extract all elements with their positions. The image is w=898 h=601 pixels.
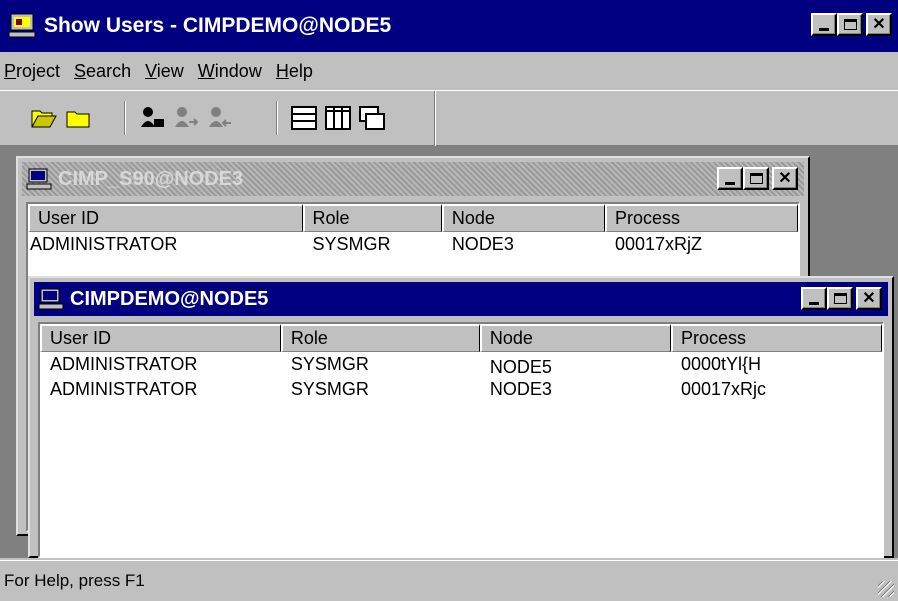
status-bar: For Help, press F1	[0, 560, 898, 601]
list-header: User ID Role Node Process	[40, 324, 882, 352]
cell-process: 00017xRjZ	[614, 234, 703, 254]
child-title-node3: CIMP_S90@NODE3	[58, 167, 244, 190]
window-title: Show Users - CIMPDEMO@NODE5	[44, 14, 392, 37]
table-row[interactable]: ADMINISTRATOR SYSMGR NODE3 00017xRjc	[40, 379, 882, 403]
tile-horizontal-icon[interactable]	[358, 105, 386, 131]
app-icon	[8, 13, 36, 38]
column-header-node[interactable]: Node	[479, 324, 671, 352]
child-title-node5: CIMPDEMO@NODE5	[70, 287, 269, 310]
column-header-role[interactable]: Role	[302, 204, 442, 232]
maximize-icon	[843, 19, 857, 30]
mdi-client: CIMP_S90@NODE3 ✕ User ID Role Node Proce…	[0, 146, 898, 558]
tile-vertical-icon[interactable]	[324, 105, 352, 131]
user-prev-icon[interactable]	[206, 105, 234, 131]
cell-role: SYSMGR	[312, 234, 391, 254]
child-close-button[interactable]: ✕	[856, 287, 882, 310]
child-minimize-button[interactable]	[801, 287, 827, 310]
close-button[interactable]: ✕	[866, 13, 892, 36]
minimize-icon	[725, 182, 735, 185]
maximize-icon	[749, 173, 763, 184]
close-icon: ✕	[862, 289, 876, 307]
table-row[interactable]: ADMINISTRATOR SYSMGR NODE3 00017xRjZ	[28, 234, 798, 258]
child-minimize-button[interactable]	[717, 167, 743, 190]
child-maximize-button[interactable]	[743, 167, 769, 190]
minimize-button[interactable]	[811, 13, 837, 36]
cell-role: SYSMGR	[290, 354, 369, 374]
column-header-role[interactable]: Role	[280, 324, 480, 352]
child-maximize-button[interactable]	[827, 287, 853, 310]
cell-user-id: ADMINISTRATOR	[30, 234, 178, 254]
toolbar	[0, 90, 898, 147]
table-row[interactable]: ADMINISTRATOR SYSMGR NODE5 0000tYl{H	[40, 354, 882, 378]
column-header-node[interactable]: Node	[441, 204, 605, 232]
list-header: User ID Role Node Process	[28, 204, 798, 232]
cell-node: NODE5	[489, 357, 552, 377]
cell-user-id: ADMINISTRATOR	[50, 379, 198, 399]
open-folder-icon[interactable]	[30, 105, 58, 131]
main-title-bar[interactable]: Show Users - CIMPDEMO@NODE5 ✕	[0, 0, 898, 52]
cascade-icon[interactable]	[290, 105, 318, 131]
child-title-bar-node3[interactable]: CIMP_S90@NODE3 ✕	[22, 162, 804, 196]
maximize-button[interactable]	[837, 13, 863, 36]
menu-view[interactable]: View	[145, 61, 184, 82]
column-header-process[interactable]: Process	[671, 324, 882, 352]
maximize-icon	[833, 293, 847, 304]
computer-icon	[38, 288, 64, 310]
menu-window[interactable]: Window	[198, 61, 262, 82]
child-close-button[interactable]: ✕	[772, 167, 798, 190]
folder-icon[interactable]	[64, 105, 92, 131]
user-list-node5[interactable]: User ID Role Node Process ADMINISTRATOR …	[38, 322, 884, 558]
cell-node: NODE3	[451, 234, 514, 254]
toolbar-end-separator	[434, 91, 436, 147]
computer-icon	[26, 168, 52, 190]
column-header-user-id[interactable]: User ID	[40, 324, 281, 352]
child-window-node5[interactable]: CIMPDEMO@NODE5 ✕ User ID Role Node Proce…	[28, 276, 894, 558]
column-header-process[interactable]: Process	[605, 204, 798, 232]
menu-search[interactable]: Search	[74, 61, 131, 82]
cell-user-id: ADMINISTRATOR	[50, 354, 198, 374]
main-window: Show Users - CIMPDEMO@NODE5 ✕ Project Se…	[0, 0, 898, 601]
menu-bar: Project Search View Window Help	[0, 52, 898, 90]
toolbar-separator	[124, 101, 126, 135]
user-next-icon[interactable]	[172, 105, 200, 131]
column-header-user-id[interactable]: User ID	[28, 204, 303, 232]
minimize-icon	[809, 302, 819, 305]
close-icon: ✕	[872, 15, 886, 33]
resize-grip-icon[interactable]	[878, 581, 894, 597]
status-text: For Help, press F1	[4, 571, 145, 590]
find-user-icon[interactable]	[138, 105, 166, 131]
menu-help[interactable]: Help	[276, 61, 313, 82]
minimize-icon	[819, 28, 829, 31]
cell-process: 0000tYl{H	[681, 354, 762, 374]
cell-node: NODE3	[489, 379, 552, 399]
child-title-bar-node5[interactable]: CIMPDEMO@NODE5 ✕	[34, 282, 888, 316]
menu-project[interactable]: Project	[4, 61, 60, 82]
close-icon: ✕	[778, 169, 792, 187]
toolbar-separator	[276, 101, 278, 135]
cell-role: SYSMGR	[290, 379, 369, 399]
cell-process: 00017xRjc	[681, 379, 767, 399]
